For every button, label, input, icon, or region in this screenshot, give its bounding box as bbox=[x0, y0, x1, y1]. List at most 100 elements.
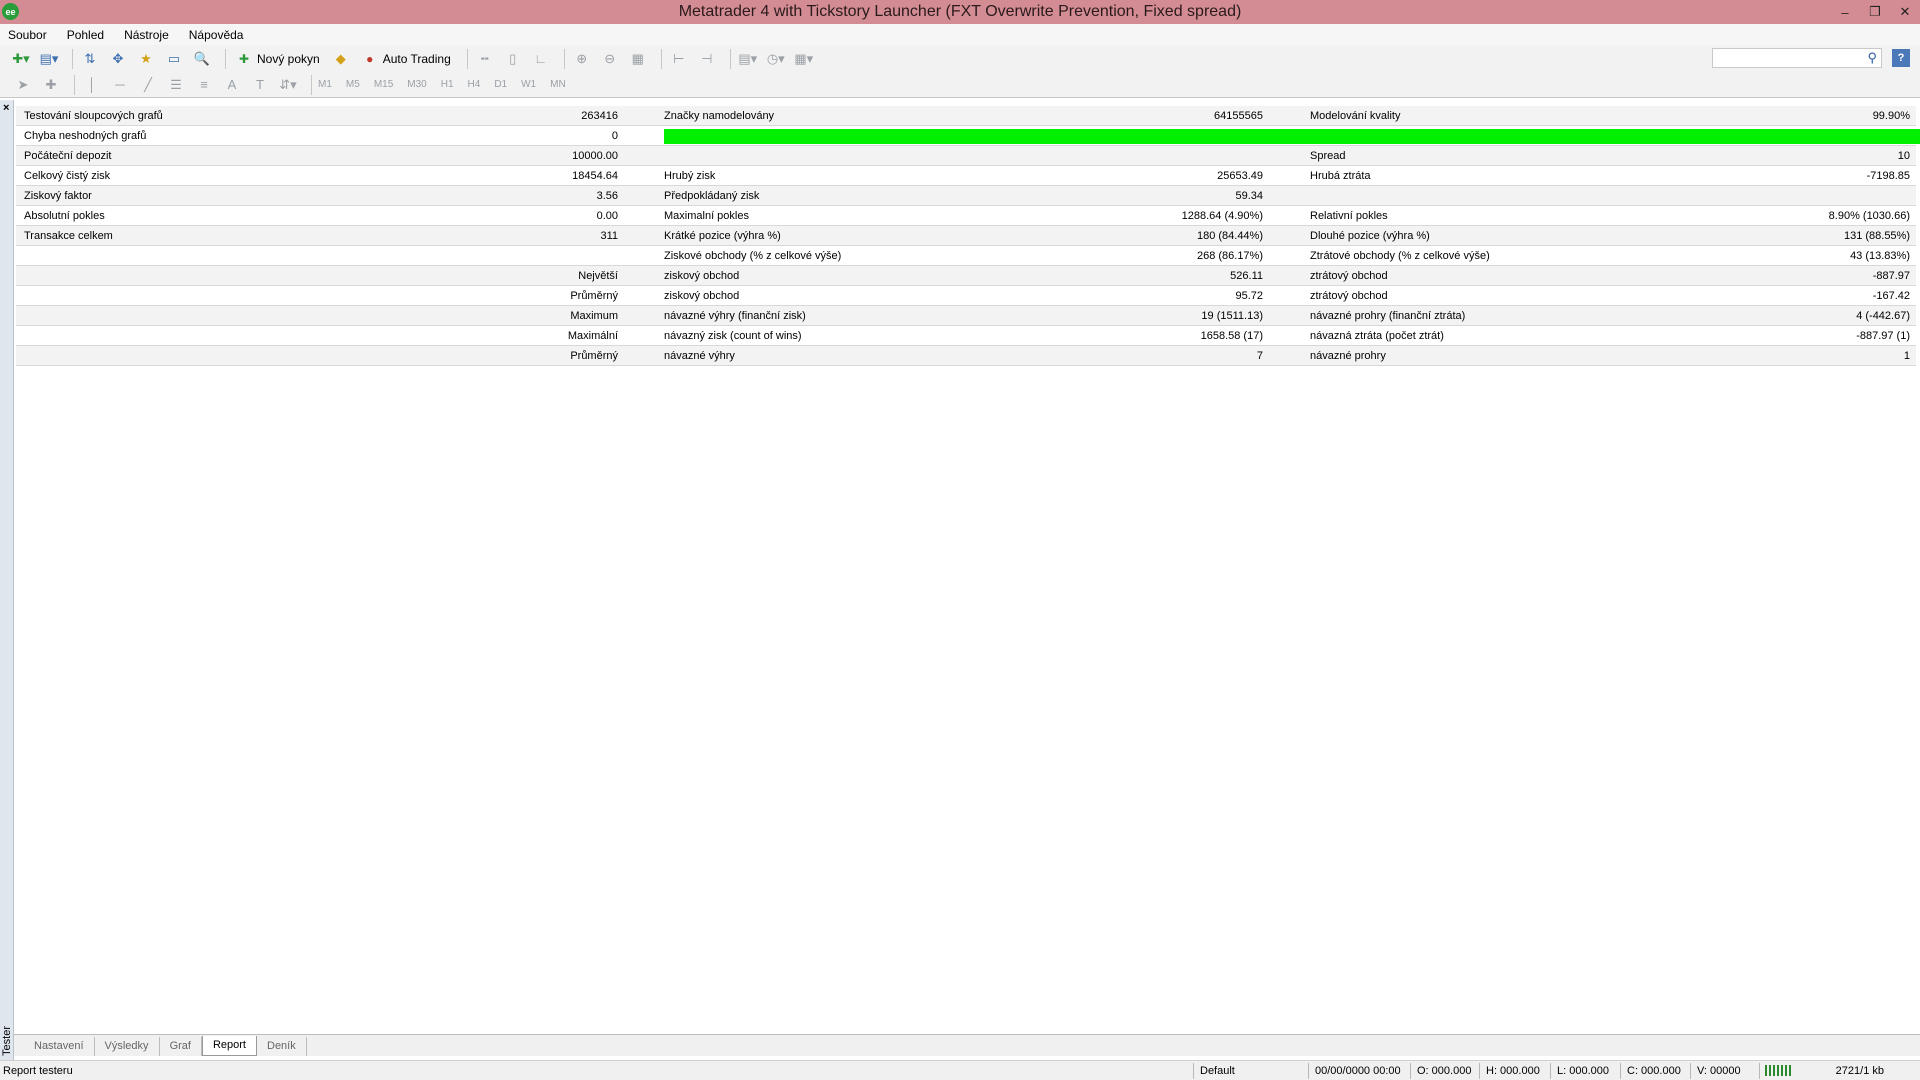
cursor-icon[interactable]: ➤ bbox=[12, 75, 34, 95]
status-low: L: 000.000 bbox=[1557, 1065, 1609, 1077]
status-separator bbox=[1479, 1063, 1480, 1079]
status-separator bbox=[1620, 1063, 1621, 1079]
data-window-icon[interactable]: ✥ bbox=[107, 49, 129, 69]
close-icon[interactable]: × bbox=[3, 102, 9, 114]
chart-shift-icon[interactable]: ⊣ bbox=[696, 49, 718, 69]
bar-chart-icon[interactable]: ╍ bbox=[474, 49, 496, 69]
zoom-in-icon[interactable]: ⊕ bbox=[571, 49, 593, 69]
indicators-icon[interactable]: ▤▾ bbox=[737, 49, 759, 69]
menu-soubor[interactable]: Soubor bbox=[8, 28, 47, 42]
timeframe-m30[interactable]: M30 bbox=[407, 79, 426, 90]
new-order-icon: ✚ bbox=[238, 51, 250, 66]
tab-nastaveni[interactable]: Nastavení bbox=[24, 1037, 95, 1056]
row-value: -7198.85 bbox=[1866, 170, 1910, 182]
standard-toolbar: ✚▾ ▤▾ ⇅ ✥ ★ ▭ 🔍 ✚ Nový pokyn ◆ ● Auto Tr… bbox=[0, 45, 1920, 72]
line-chart-icon[interactable]: ∟ bbox=[530, 49, 552, 69]
row-value: 99.90% bbox=[1872, 110, 1910, 122]
new-chart-icon[interactable]: ✚▾ bbox=[10, 49, 32, 69]
text-label-icon[interactable]: T bbox=[249, 75, 271, 95]
row-value: -167.42 bbox=[1872, 290, 1910, 302]
tab-denik[interactable]: Deník bbox=[257, 1037, 307, 1056]
toolbar-separator bbox=[660, 48, 662, 69]
timeframe-h4[interactable]: H4 bbox=[468, 79, 481, 90]
restore-button[interactable]: ❐ bbox=[1860, 0, 1890, 24]
new-order-button[interactable]: ✚ Nový pokyn bbox=[232, 48, 324, 70]
timeframe-w1[interactable]: W1 bbox=[521, 79, 536, 90]
timeframe-m1[interactable]: M1 bbox=[318, 79, 332, 90]
toolbar-separator bbox=[225, 48, 226, 69]
timeframe-m15[interactable]: M15 bbox=[374, 79, 393, 90]
auto-scroll-icon[interactable]: ⊢ bbox=[668, 49, 690, 69]
navigator-icon[interactable]: ★ bbox=[135, 49, 157, 69]
text-icon[interactable]: A bbox=[221, 75, 243, 95]
toolbar-separator bbox=[466, 48, 468, 69]
tab-report[interactable]: Report bbox=[201, 1036, 257, 1056]
drawing-toolbar: ➤ ✚ │ ─ ╱ ☰ ≡ A T ⇵▾ M1 M5 M15 M30 H1 H4… bbox=[0, 72, 1920, 98]
menu-napoveda[interactable]: Nápověda bbox=[189, 28, 244, 42]
title-bar: ee Metatrader 4 with Tickstory Launcher … bbox=[0, 0, 1920, 24]
status-separator bbox=[1410, 1063, 1411, 1079]
status-high: H: 000.000 bbox=[1486, 1065, 1540, 1077]
toolbar-separator bbox=[72, 48, 73, 69]
table-row: Průměrný návazné výhry 7 návazné prohry … bbox=[16, 346, 1916, 366]
row-value: 10 bbox=[1897, 150, 1910, 162]
toolbar-separator bbox=[729, 48, 731, 69]
timeframe-h1[interactable]: H1 bbox=[441, 79, 454, 90]
table-row: Transakce celkem 311 Krátké pozice (výhr… bbox=[16, 226, 1916, 246]
terminal-icon[interactable]: ▭ bbox=[163, 49, 185, 69]
row-value: 8.90% (1030.66) bbox=[1828, 210, 1910, 222]
connection-status-icon bbox=[1765, 1065, 1791, 1076]
row-value: 0 bbox=[611, 130, 618, 142]
tile-windows-icon[interactable]: ▦ bbox=[627, 49, 649, 69]
search-icon[interactable]: ⚲ bbox=[1867, 50, 1877, 66]
metaeditor-icon[interactable]: ◆ bbox=[330, 49, 352, 69]
tab-vysledky[interactable]: Výsledky bbox=[95, 1037, 160, 1056]
status-profile[interactable]: Default bbox=[1200, 1065, 1235, 1077]
window-title: Metatrader 4 with Tickstory Launcher (FX… bbox=[678, 3, 1242, 20]
timeframe-m5[interactable]: M5 bbox=[346, 79, 360, 90]
candlestick-icon[interactable]: ▯ bbox=[502, 49, 524, 69]
strategy-tester-icon[interactable]: 🔍 bbox=[191, 49, 213, 69]
status-close: C: 000.000 bbox=[1627, 1065, 1681, 1077]
menu-nastroje[interactable]: Nástroje bbox=[124, 28, 169, 42]
channel-icon[interactable]: ☰ bbox=[165, 75, 187, 95]
crosshair-icon[interactable]: ✚ bbox=[40, 75, 62, 95]
vertical-line-icon[interactable]: │ bbox=[81, 75, 103, 95]
row-value: 1 bbox=[1903, 350, 1910, 362]
horizontal-line-icon[interactable]: ─ bbox=[109, 75, 131, 95]
status-bar: Report testeru Default 00/00/0000 00:00 … bbox=[0, 1060, 1920, 1080]
trendline-icon[interactable]: ╱ bbox=[137, 75, 159, 95]
row-value: 43 (13.83%) bbox=[1850, 250, 1910, 262]
market-watch-icon[interactable]: ⇅ bbox=[79, 49, 101, 69]
zoom-out-icon[interactable]: ⊖ bbox=[599, 49, 621, 69]
timeframe-d1[interactable]: D1 bbox=[494, 79, 507, 90]
help-icon[interactable]: ? bbox=[1892, 49, 1910, 67]
fibonacci-icon[interactable]: ≡ bbox=[193, 75, 215, 95]
table-row: Maximum návazné výhry (finanční zisk) 19… bbox=[16, 306, 1916, 326]
tester-label: Tester bbox=[1, 1026, 13, 1056]
auto-trading-label: Auto Trading bbox=[382, 51, 451, 66]
tab-graf[interactable]: Graf bbox=[160, 1037, 202, 1056]
arrows-icon[interactable]: ⇵▾ bbox=[277, 75, 299, 95]
modeling-quality-bar bbox=[664, 129, 1920, 144]
row-value: 59.34 bbox=[1235, 190, 1263, 202]
table-row: Průměrný ziskový obchod 95.72 ztrátový o… bbox=[16, 286, 1916, 306]
auto-trading-button[interactable]: ● Auto Trading bbox=[358, 48, 455, 70]
templates-icon[interactable]: ▦▾ bbox=[793, 49, 815, 69]
tester-sidebar: × Tester bbox=[0, 100, 14, 1060]
status-datetime: 00/00/0000 00:00 bbox=[1315, 1065, 1401, 1077]
periods-icon[interactable]: ◷▾ bbox=[765, 49, 787, 69]
timeframe-mn[interactable]: MN bbox=[550, 79, 566, 90]
table-row: Největší ziskový obchod 526.11 ztrátový … bbox=[16, 266, 1916, 286]
toolbar-separator bbox=[563, 48, 565, 69]
status-separator bbox=[1759, 1063, 1760, 1079]
close-button[interactable]: ✕ bbox=[1890, 0, 1920, 24]
profiles-icon[interactable]: ▤▾ bbox=[38, 49, 60, 69]
row-value: 131 (88.55%) bbox=[1843, 230, 1910, 242]
search-input[interactable]: ⚲ bbox=[1712, 48, 1882, 68]
minimize-button[interactable]: – bbox=[1830, 0, 1860, 24]
report-table: Testování sloupcových grafů 263416 Značk… bbox=[16, 106, 1920, 366]
menu-pohled[interactable]: Pohled bbox=[67, 28, 104, 42]
status-separator bbox=[1193, 1063, 1194, 1079]
table-row: Celkový čistý zisk 18454.64 Hrubý zisk 2… bbox=[16, 166, 1916, 186]
